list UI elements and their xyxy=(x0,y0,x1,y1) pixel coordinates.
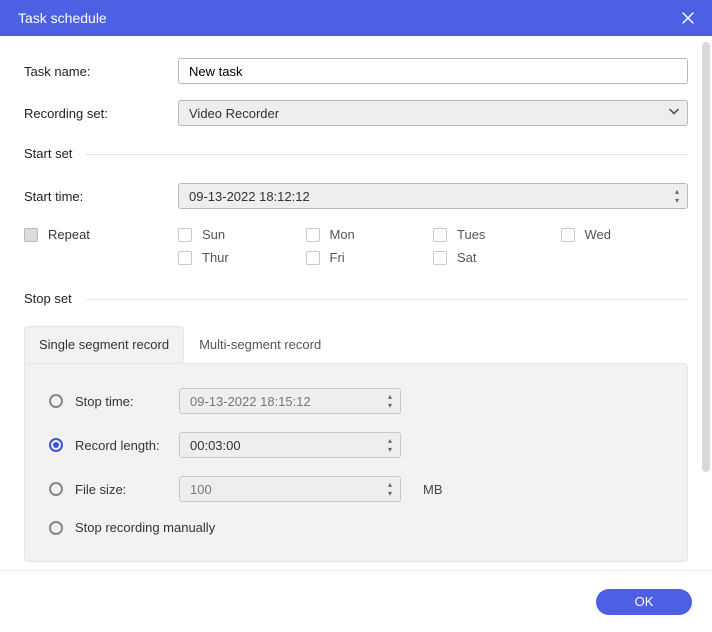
stop-time-row: Stop time: 09-13-2022 18:15:12 ▴▾ xyxy=(49,388,663,414)
task-name-label: Task name: xyxy=(24,64,178,79)
ok-button[interactable]: OK xyxy=(596,589,692,615)
chevron-down-icon xyxy=(668,106,680,121)
manual-radio[interactable] xyxy=(49,521,63,535)
spin-down-icon[interactable]: ▾ xyxy=(383,402,397,410)
day-label: Sun xyxy=(202,227,225,242)
start-time-row: Start time: 09-13-2022 18:12:12 ▴ ▾ xyxy=(24,183,688,209)
day-label: Mon xyxy=(330,227,355,242)
spin-down-icon[interactable]: ▾ xyxy=(383,490,397,498)
day-thur-checkbox[interactable] xyxy=(178,251,192,265)
titlebar: Task schedule xyxy=(0,0,712,36)
day-mon-checkbox[interactable] xyxy=(306,228,320,242)
scrollbar-track[interactable] xyxy=(702,42,710,522)
task-name-row: Task name: xyxy=(24,58,688,84)
stop-time-radio[interactable] xyxy=(49,394,63,408)
spin-up-icon[interactable]: ▴ xyxy=(383,437,397,445)
content-area: Task name: Recording set: Video Recorder… xyxy=(0,36,712,570)
tabs: Single segment record Multi-segment reco… xyxy=(24,326,688,363)
record-length-field[interactable]: 00:03:00 ▴▾ xyxy=(179,432,401,458)
file-size-row: File size: 100 ▴▾ MB xyxy=(49,476,663,502)
spin-up-icon[interactable]: ▴ xyxy=(670,188,684,196)
start-time-value: 09-13-2022 18:12:12 xyxy=(189,189,310,204)
day-wed-checkbox[interactable] xyxy=(561,228,575,242)
file-size-value: 100 xyxy=(190,482,212,497)
scrollbar-thumb[interactable] xyxy=(702,42,710,472)
file-size-unit: MB xyxy=(423,482,443,497)
file-size-label: File size: xyxy=(75,482,179,497)
record-length-row: Record length: 00:03:00 ▴▾ xyxy=(49,432,663,458)
stop-time-label: Stop time: xyxy=(75,394,179,409)
recording-set-label: Recording set: xyxy=(24,106,178,121)
day-label: Wed xyxy=(585,227,612,242)
start-time-label: Start time: xyxy=(24,189,178,204)
file-size-radio[interactable] xyxy=(49,482,63,496)
start-set-title: Start set xyxy=(24,146,688,161)
close-icon[interactable] xyxy=(678,8,698,28)
manual-label: Stop recording manually xyxy=(75,520,215,535)
footer: OK xyxy=(0,570,712,632)
start-time-field[interactable]: 09-13-2022 18:12:12 ▴ ▾ xyxy=(178,183,688,209)
day-label: Thur xyxy=(202,250,229,265)
stop-set-title: Stop set xyxy=(24,291,688,306)
tab-multi-segment[interactable]: Multi-segment record xyxy=(184,326,336,363)
spin-up-icon[interactable]: ▴ xyxy=(383,393,397,401)
days-grid: Sun Mon Tues Wed Thur Fri Sat xyxy=(178,227,688,265)
recording-set-select[interactable]: Video Recorder xyxy=(178,100,688,126)
day-label: Fri xyxy=(330,250,345,265)
window-title: Task schedule xyxy=(18,10,107,26)
recording-set-row: Recording set: Video Recorder xyxy=(24,100,688,126)
spin-down-icon[interactable]: ▾ xyxy=(383,446,397,454)
record-length-value: 00:03:00 xyxy=(190,438,241,453)
day-label: Tues xyxy=(457,227,485,242)
stop-time-value: 09-13-2022 18:15:12 xyxy=(190,394,311,409)
recording-set-value: Video Recorder xyxy=(189,106,279,121)
day-sat-checkbox[interactable] xyxy=(433,251,447,265)
tab-single-segment[interactable]: Single segment record xyxy=(24,326,184,363)
stop-panel: Stop time: 09-13-2022 18:15:12 ▴▾ Record… xyxy=(24,363,688,562)
spin-up-icon[interactable]: ▴ xyxy=(383,481,397,489)
task-name-input[interactable] xyxy=(178,58,688,84)
day-fri-checkbox[interactable] xyxy=(306,251,320,265)
repeat-label: Repeat xyxy=(48,227,90,242)
repeat-row: Repeat Sun Mon Tues Wed Thur Fri Sat xyxy=(24,227,688,265)
record-length-radio[interactable] xyxy=(49,438,63,452)
spin-down-icon[interactable]: ▾ xyxy=(670,197,684,205)
day-sun-checkbox[interactable] xyxy=(178,228,192,242)
stop-time-field[interactable]: 09-13-2022 18:15:12 ▴▾ xyxy=(179,388,401,414)
repeat-checkbox[interactable] xyxy=(24,228,38,242)
manual-row: Stop recording manually xyxy=(49,520,663,535)
day-label: Sat xyxy=(457,250,477,265)
file-size-field[interactable]: 100 ▴▾ xyxy=(179,476,401,502)
day-tues-checkbox[interactable] xyxy=(433,228,447,242)
record-length-label: Record length: xyxy=(75,438,179,453)
